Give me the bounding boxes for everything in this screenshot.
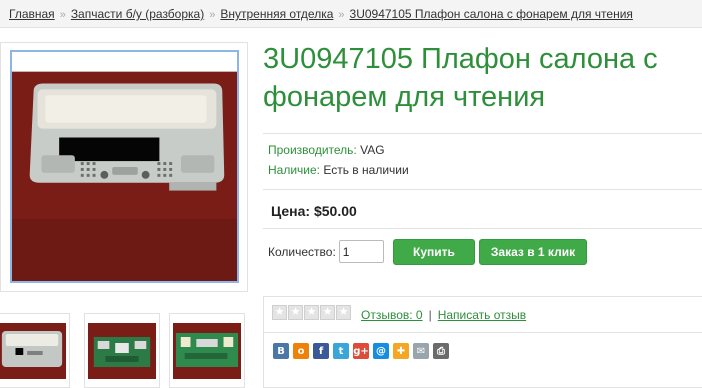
share-buttons: Во f t g+ @ ✚ ✉ ⎙ xyxy=(273,343,449,359)
twitter-icon[interactable]: t xyxy=(333,343,349,359)
price-value: $50.00 xyxy=(313,203,357,219)
liveinternet-icon[interactable]: ✚ xyxy=(393,343,409,359)
manufacturer-value: VAG xyxy=(360,143,385,157)
thumbnail-image xyxy=(0,323,66,379)
main-image-container xyxy=(0,42,248,292)
divider xyxy=(263,228,702,229)
star-icon: ★ xyxy=(288,305,303,320)
email-icon[interactable]: ✉ xyxy=(413,343,429,359)
quantity-label: Количество: xyxy=(268,244,336,259)
breadcrumb-separator: » xyxy=(338,9,345,21)
breadcrumb-interior-link[interactable]: Внутренняя отделка xyxy=(220,7,333,21)
breadcrumb-home-link[interactable]: Главная xyxy=(9,7,55,21)
manufacturer-label: Производитель: xyxy=(268,143,357,157)
thumbnail-image xyxy=(88,323,156,379)
rating-stars: ★ ★ ★ ★ ★ xyxy=(272,305,351,320)
thumbnail-image xyxy=(173,323,241,379)
facebook-icon[interactable]: f xyxy=(313,343,329,359)
product-title: 3U0947105 Плафон салона с фонарем для чт… xyxy=(263,43,658,113)
print-icon[interactable]: ⎙ xyxy=(433,343,449,359)
breadcrumb-separator: » xyxy=(209,9,216,21)
buy-button[interactable]: Купить xyxy=(393,239,475,265)
thumbnail-2[interactable] xyxy=(84,313,160,388)
star-icon: ★ xyxy=(320,305,335,320)
breadcrumb: Главная » Запчасти б/у (разборка) » Внутренн… xyxy=(0,0,702,28)
divider xyxy=(264,332,702,333)
vkontakte-icon[interactable]: В xyxy=(273,343,289,359)
availability-value: Есть в наличии xyxy=(323,163,409,177)
write-review-link[interactable]: Написать отзыв xyxy=(438,308,526,322)
thumbnail-3[interactable] xyxy=(169,313,245,388)
odnoklassniki-icon[interactable]: о xyxy=(293,343,309,359)
breadcrumb-used-parts-link[interactable]: Запчасти б/у (разборка) xyxy=(71,7,204,21)
reviews-count-link[interactable]: Отзывов: 0 xyxy=(361,308,423,322)
breadcrumb-separator: » xyxy=(59,9,66,21)
divider xyxy=(263,189,702,190)
quantity-input[interactable] xyxy=(338,240,384,263)
price: Цена: $50.00 xyxy=(271,203,357,219)
breadcrumb-current-link[interactable]: 3U0947105 Плафон салона с фонарем для чт… xyxy=(350,7,633,21)
google-plus-icon[interactable]: g+ xyxy=(353,343,369,359)
thumbnail-1[interactable] xyxy=(0,313,70,388)
one-click-order-button[interactable]: Заказ в 1 клик xyxy=(479,239,587,265)
availability-row: Наличие: Есть в наличии xyxy=(268,163,409,177)
quantity-row: Количество: xyxy=(268,239,384,264)
star-icon: ★ xyxy=(272,305,287,320)
mailru-icon[interactable]: @ xyxy=(373,343,389,359)
divider xyxy=(263,133,702,134)
star-icon: ★ xyxy=(336,305,351,320)
review-panel: ★ ★ ★ ★ ★ Отзывов: 0 | Написать отзыв Во f t g+ @ ✚… xyxy=(263,296,702,388)
availability-label: Наличие: xyxy=(268,163,321,177)
manufacturer-row: Производитель: VAG xyxy=(268,143,385,157)
thumbnail-gallery xyxy=(0,313,248,388)
main-product-image[interactable] xyxy=(10,50,239,283)
review-link-separator: | xyxy=(428,308,432,322)
star-icon: ★ xyxy=(304,305,319,320)
product-photo xyxy=(12,52,237,281)
price-label: Цена: xyxy=(271,203,311,219)
review-links: Отзывов: 0 | Написать отзыв xyxy=(361,308,526,322)
